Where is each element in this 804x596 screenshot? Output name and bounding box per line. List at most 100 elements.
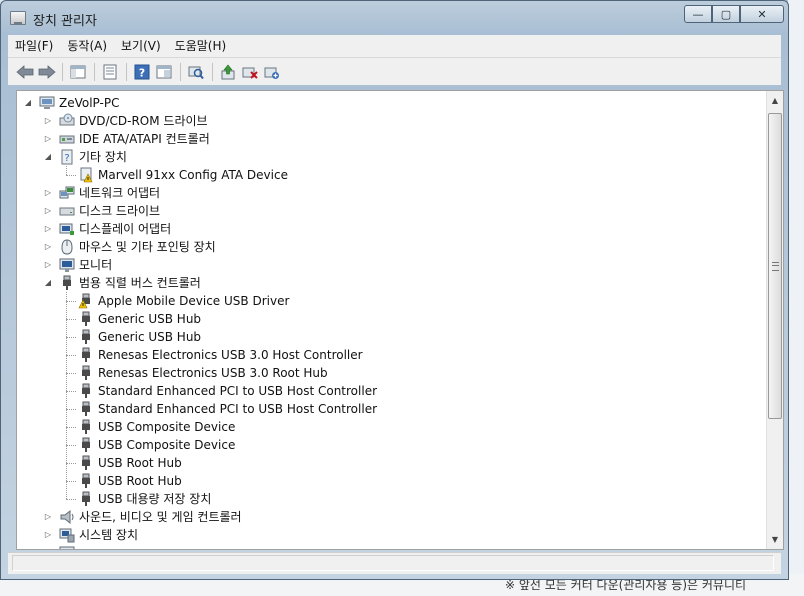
view-button[interactable] — [154, 62, 174, 82]
title-bar[interactable]: 장치 관리자 — ▢ ✕ — [1, 1, 788, 35]
tree-guide-line — [66, 292, 67, 499]
disk-drive-icon — [59, 207, 75, 216]
collapsed-arrow-icon[interactable]: ▷ — [43, 112, 53, 130]
expanded-arrow-icon[interactable]: ◢ — [43, 148, 53, 166]
tree-node-label: Apple Mobile Device USB Driver — [98, 294, 290, 308]
collapsed-arrow-icon[interactable]: ▷ — [43, 544, 53, 549]
tree-category-node[interactable]: ▷ DVD/CD-ROM 드라이브 — [17, 112, 765, 130]
tree-node-label: Standard Enhanced PCI to USB Host Contro… — [98, 384, 378, 398]
warning-device-icon — [80, 167, 93, 183]
tree-node-label: IDE ATA/ATAPI 컨트롤러 — [79, 132, 210, 146]
device-manager-app-icon — [10, 11, 26, 25]
caption-buttons: — ▢ ✕ — [684, 5, 784, 23]
expanded-arrow-icon[interactable]: ◢ — [23, 94, 33, 112]
collapsed-arrow-icon[interactable]: ▷ — [43, 184, 53, 202]
background-window-edge — [787, 0, 804, 596]
tree-category-node[interactable]: ▷ 마우스 및 기타 포인팅 장치 — [17, 238, 765, 256]
scan-hardware-button[interactable] — [186, 62, 206, 82]
tree-device-node[interactable]: Standard Enhanced PCI to USB Host Contro… — [17, 382, 765, 400]
monitor-icon — [59, 258, 75, 272]
toolbar-separator — [94, 63, 95, 81]
collapsed-arrow-icon[interactable]: ▷ — [43, 238, 53, 256]
back-arrow-icon — [16, 65, 34, 79]
scroll-down-arrow-icon[interactable]: ▼ — [767, 531, 783, 548]
update-driver-icon — [221, 64, 235, 80]
maximize-button[interactable]: ▢ — [712, 5, 740, 23]
scroll-up-arrow-icon[interactable]: ▲ — [767, 92, 783, 109]
dvd-drive-icon — [59, 113, 75, 126]
usb-plug-icon — [63, 275, 71, 290]
tree-node-label: 시스템 장치 — [79, 528, 139, 542]
tree-device-node[interactable]: USB Composite Device — [17, 436, 765, 454]
tree-category-node[interactable]: ▷ 디스크 드라이브 — [17, 202, 765, 220]
tree-node-label: 사운드, 비디오 및 게임 컨트롤러 — [79, 510, 242, 524]
tree-device-node[interactable]: Renesas Electronics USB 3.0 Host Control… — [17, 346, 765, 364]
tree-category-node[interactable]: ▷ 시스템 장치 — [17, 526, 765, 544]
tree-device-node[interactable]: USB Root Hub — [17, 454, 765, 472]
minimize-button[interactable]: — — [684, 5, 712, 23]
collapsed-arrow-icon[interactable]: ▷ — [43, 202, 53, 220]
help-button[interactable]: ? — [132, 62, 152, 82]
tree-device-node[interactable]: USB Composite Device — [17, 418, 765, 436]
tree-device-node[interactable]: USB 대용량 저장 장치 — [17, 490, 765, 508]
tree-category-node[interactable]: ◢? 기타 장치 — [17, 148, 765, 166]
tree-device-node[interactable]: Standard Enhanced PCI to USB Host Contro… — [17, 400, 765, 418]
menu-file[interactable]: 파일(F) — [8, 35, 60, 57]
tree-node-label: 범용 직렬 버스 컨트롤러 — [79, 276, 201, 290]
usb-plug-icon — [82, 311, 90, 326]
collapsed-arrow-icon[interactable]: ▷ — [43, 130, 53, 148]
tree-category-node[interactable]: ▷ — [17, 544, 765, 549]
scrollbar-thumb[interactable] — [768, 113, 782, 419]
show-hide-tree-icon — [70, 65, 86, 79]
uninstall-device-icon — [264, 67, 279, 79]
tree-device-node[interactable]: USB Root Hub — [17, 472, 765, 490]
tree-category-node[interactable]: ◢ 범용 직렬 버스 컨트롤러 — [17, 274, 765, 292]
expanded-arrow-icon[interactable]: ◢ — [43, 274, 53, 292]
disable-device-button[interactable] — [240, 62, 260, 82]
properties-button[interactable] — [100, 62, 120, 82]
usb-plug-icon — [82, 401, 90, 416]
back-button[interactable] — [15, 62, 35, 82]
uninstall-device-button[interactable] — [262, 62, 282, 82]
tree-device-node[interactable]: Generic USB Hub — [17, 328, 765, 346]
tree-connector-line — [66, 337, 76, 338]
tree-connector-line — [66, 445, 76, 446]
tree-category-node[interactable]: ▷ 네트워크 어댑터 — [17, 184, 765, 202]
tree-category-node[interactable]: ▷ IDE ATA/ATAPI 컨트롤러 — [17, 130, 765, 148]
update-driver-button[interactable] — [218, 62, 238, 82]
tree-guide-line — [66, 166, 67, 175]
forward-button[interactable] — [37, 62, 57, 82]
collapsed-arrow-icon[interactable]: ▷ — [43, 508, 53, 526]
show-hide-tree-button[interactable] — [68, 62, 88, 82]
tree-node-label: 마우스 및 기타 포인팅 장치 — [79, 240, 216, 254]
tree-connector-line — [66, 391, 76, 392]
usb-plug-icon — [82, 437, 90, 452]
properties-icon — [103, 64, 117, 80]
tree-node-label: USB Root Hub — [98, 456, 182, 470]
toolbar-separator — [212, 63, 213, 81]
tree-category-node[interactable]: ▷ 디스플레이 어댑터 — [17, 220, 765, 238]
tree-device-node[interactable]: Apple Mobile Device USB Driver — [17, 292, 765, 310]
tree-node-label: 디스플레이 어댑터 — [79, 222, 172, 236]
collapsed-arrow-icon[interactable]: ▷ — [43, 256, 53, 274]
status-panel — [12, 555, 774, 571]
tree-connector-line — [66, 481, 76, 482]
tree-device-node[interactable]: Generic USB Hub — [17, 310, 765, 328]
menu-view[interactable]: 보기(V) — [114, 35, 168, 57]
collapsed-arrow-icon[interactable]: ▷ — [43, 220, 53, 238]
tree-root-node[interactable]: ◢ ZeVolP-PC — [17, 94, 765, 112]
tree-connector-line — [66, 427, 76, 428]
tree-node-label: 모니터 — [79, 258, 113, 272]
collapsed-arrow-icon[interactable]: ▷ — [43, 526, 53, 544]
tree-category-node[interactable]: ▷ 사운드, 비디오 및 게임 컨트롤러 — [17, 508, 765, 526]
close-button[interactable]: ✕ — [740, 5, 784, 23]
menu-help[interactable]: 도움말(H) — [168, 35, 234, 57]
device-tree[interactable]: ◢ ZeVolP-PC ▷ DVD/CD-ROM 드라이브 ▷ IDE ATA/ATAPI… — [16, 90, 784, 550]
tree-node-label: USB 대용량 저장 장치 — [98, 492, 212, 506]
display-adapter-icon — [59, 223, 74, 235]
tree-category-node[interactable]: ▷ 모니터 — [17, 256, 765, 274]
tree-device-node[interactable]: Marvell 91xx Config ATA Device — [17, 166, 765, 184]
vertical-scrollbar[interactable]: ▲ ▼ — [766, 91, 783, 549]
tree-device-node[interactable]: Renesas Electronics USB 3.0 Root Hub — [17, 364, 765, 382]
menu-action[interactable]: 동작(A) — [60, 35, 114, 57]
